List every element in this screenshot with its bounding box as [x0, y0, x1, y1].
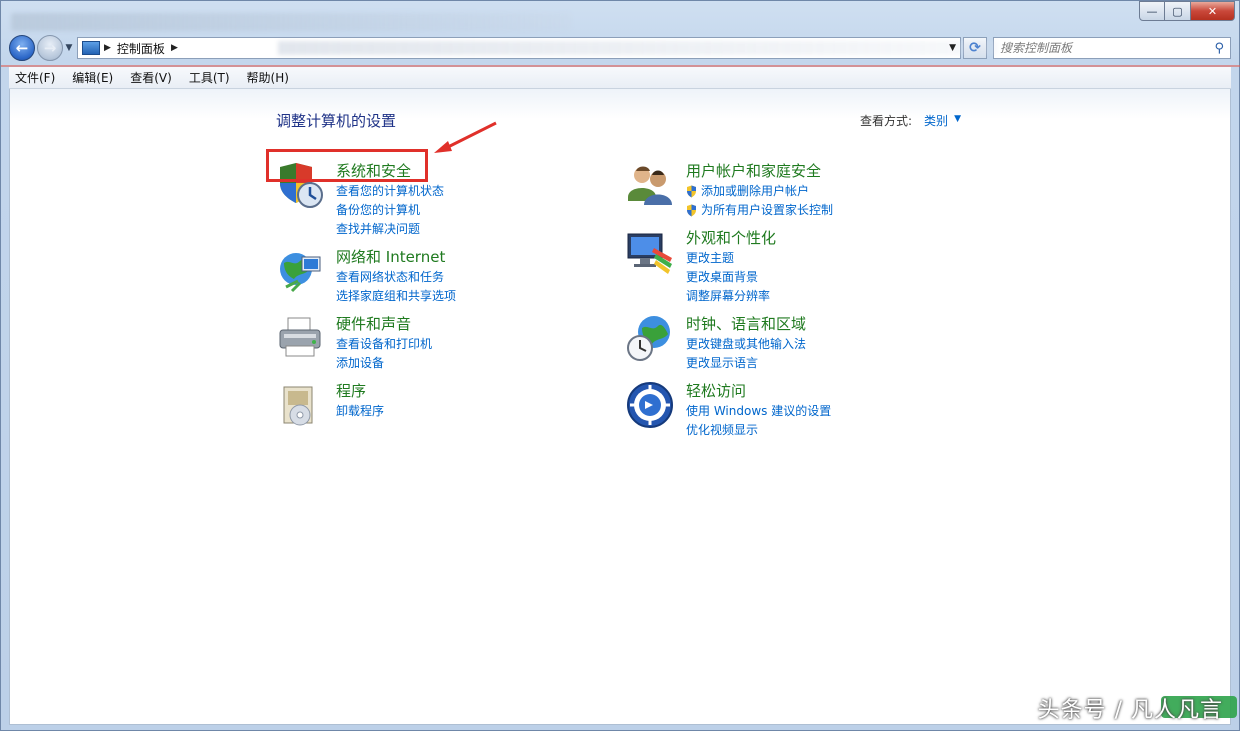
menu-tools[interactable]: 工具(T) [189, 69, 230, 86]
menu-file[interactable]: 文件(F) [15, 69, 55, 86]
globe-clock-icon [627, 316, 670, 361]
maximize-button[interactable]: ▢ [1165, 1, 1191, 21]
close-button[interactable]: ✕ [1191, 1, 1235, 21]
category-link[interactable]: 为所有用户设置家长控制 [686, 201, 833, 220]
content-area: 调整计算机的设置 查看方式: 类别 ▼ 系统和安全 查看您的计算机状态 备份您的… [9, 89, 1231, 725]
menu-bar: 文件(F) 编辑(E) 查看(V) 工具(T) 帮助(H) [9, 67, 1231, 89]
menu-edit[interactable]: 编辑(E) [72, 69, 113, 86]
watermark: 头条号 / 凡人凡言 [1037, 698, 1223, 723]
category-link[interactable]: 使用 Windows 建议的设置 [686, 402, 831, 421]
category-title[interactable]: 程序 [336, 381, 384, 401]
search-icon[interactable]: ⚲ [1214, 41, 1224, 56]
minimize-button[interactable]: — [1139, 1, 1165, 21]
view-by: 查看方式: 类别 ▼ [860, 112, 961, 129]
blurred-overlay [278, 41, 998, 55]
category-body: 网络和 Internet 查看网络状态和任务 选择家庭组和共享选项 [336, 247, 456, 306]
uac-shield-icon [687, 185, 696, 198]
category-link-text[interactable]: 为所有用户设置家长控制 [701, 201, 833, 220]
category-link[interactable]: 查找并解决问题 [336, 220, 444, 239]
blurred-browser-strip [11, 13, 571, 31]
category-link[interactable]: 添加或删除用户帐户 [686, 182, 833, 201]
category-title[interactable]: 时钟、语言和区域 [686, 314, 806, 334]
menu-view[interactable]: 查看(V) [130, 69, 172, 86]
category-link[interactable]: 查看网络状态和任务 [336, 268, 456, 287]
back-button[interactable]: ← [9, 35, 35, 61]
category-clock-language-region: 时钟、语言和区域 更改键盘或其他输入法 更改显示语言 [626, 314, 806, 373]
category-programs: 程序 卸载程序 [276, 381, 384, 429]
search-box[interactable]: ⚲ [993, 37, 1231, 59]
chevron-down-icon[interactable]: ▼ [954, 112, 961, 129]
category-link[interactable]: 优化视频显示 [686, 421, 831, 440]
search-input[interactable] [1000, 41, 1200, 55]
address-bar[interactable]: ▶ 控制面板 ▶ ▼ [77, 37, 998, 59]
category-ease-of-access: 轻松访问 使用 Windows 建议的设置 优化视频显示 [626, 381, 831, 440]
menu-help[interactable]: 帮助(H) [247, 69, 289, 86]
category-link[interactable]: 卸载程序 [336, 402, 384, 421]
category-link[interactable]: 查看设备和打印机 [336, 335, 432, 354]
category-network-internet: 网络和 Internet 查看网络状态和任务 选择家庭组和共享选项 [276, 247, 456, 306]
category-title[interactable]: 外观和个性化 [686, 228, 776, 248]
uac-shield-icon [687, 204, 696, 217]
category-body: 硬件和声音 查看设备和打印机 添加设备 [336, 314, 432, 373]
highlight-box [266, 149, 428, 182]
category-user-accounts: 用户帐户和家庭安全 添加或删除用户帐户 为所有用户设置家长控制 [626, 161, 833, 220]
annotation-arrow-icon [434, 121, 497, 153]
view-by-label: 查看方式: [860, 114, 913, 128]
category-body: 用户帐户和家庭安全 添加或删除用户帐户 为所有用户设置家长控制 [686, 161, 833, 220]
ease-of-access-icon [627, 382, 673, 428]
category-link[interactable]: 选择家庭组和共享选项 [336, 287, 456, 306]
category-body: 程序 卸载程序 [336, 381, 384, 429]
address-dropdown-icon[interactable]: ▼ [949, 43, 956, 53]
category-link[interactable]: 更改桌面背景 [686, 268, 776, 287]
category-link-text[interactable]: 添加或删除用户帐户 [701, 182, 809, 201]
category-link[interactable]: 备份您的计算机 [336, 201, 444, 220]
control-panel-window: — ▢ ✕ ← → ▼ ▶ 控制面板 ▶ ▼ ⟳ ⚲ 文件(F) 编辑(E) 查… [0, 0, 1240, 731]
monitor-palette-icon [627, 233, 672, 274]
category-link[interactable]: 查看您的计算机状态 [336, 182, 444, 201]
category-body: 轻松访问 使用 Windows 建议的设置 优化视频显示 [686, 381, 831, 440]
printer-icon [279, 317, 321, 357]
category-link[interactable]: 添加设备 [336, 354, 432, 373]
category-title[interactable]: 轻松访问 [686, 381, 831, 401]
category-title[interactable]: 硬件和声音 [336, 314, 432, 334]
navigation-bar: ← → ▼ ▶ 控制面板 ▶ ▼ ⟳ ⚲ [9, 34, 1231, 62]
breadcrumb-control-panel[interactable]: 控制面板 [117, 40, 165, 57]
category-link[interactable]: 更改显示语言 [686, 354, 806, 373]
category-title[interactable]: 网络和 Internet [336, 247, 456, 267]
breadcrumb-arrow-icon[interactable]: ▶ [104, 43, 111, 53]
forward-button[interactable]: → [37, 35, 63, 61]
category-title[interactable]: 用户帐户和家庭安全 [686, 161, 833, 181]
caption-buttons: — ▢ ✕ [1139, 1, 1235, 21]
category-appearance: 外观和个性化 更改主题 更改桌面背景 调整屏幕分辨率 [626, 228, 776, 306]
breadcrumb-arrow-icon[interactable]: ▶ [171, 43, 178, 53]
recent-pages-dropdown[interactable]: ▼ [63, 43, 75, 53]
users-icon [628, 166, 672, 205]
view-by-dropdown[interactable]: 类别 [924, 112, 948, 129]
programs-disc-icon [283, 386, 313, 426]
category-body: 外观和个性化 更改主题 更改桌面背景 调整屏幕分辨率 [686, 228, 776, 306]
category-hardware-sound: 硬件和声音 查看设备和打印机 添加设备 [276, 314, 432, 373]
category-link[interactable]: 更改主题 [686, 249, 776, 268]
category-link[interactable]: 调整屏幕分辨率 [686, 287, 776, 306]
control-panel-icon [82, 41, 100, 55]
category-link[interactable]: 更改键盘或其他输入法 [686, 335, 806, 354]
globe-network-icon [280, 253, 321, 293]
category-body: 时钟、语言和区域 更改键盘或其他输入法 更改显示语言 [686, 314, 806, 373]
page-title: 调整计算机的设置 [276, 112, 397, 130]
